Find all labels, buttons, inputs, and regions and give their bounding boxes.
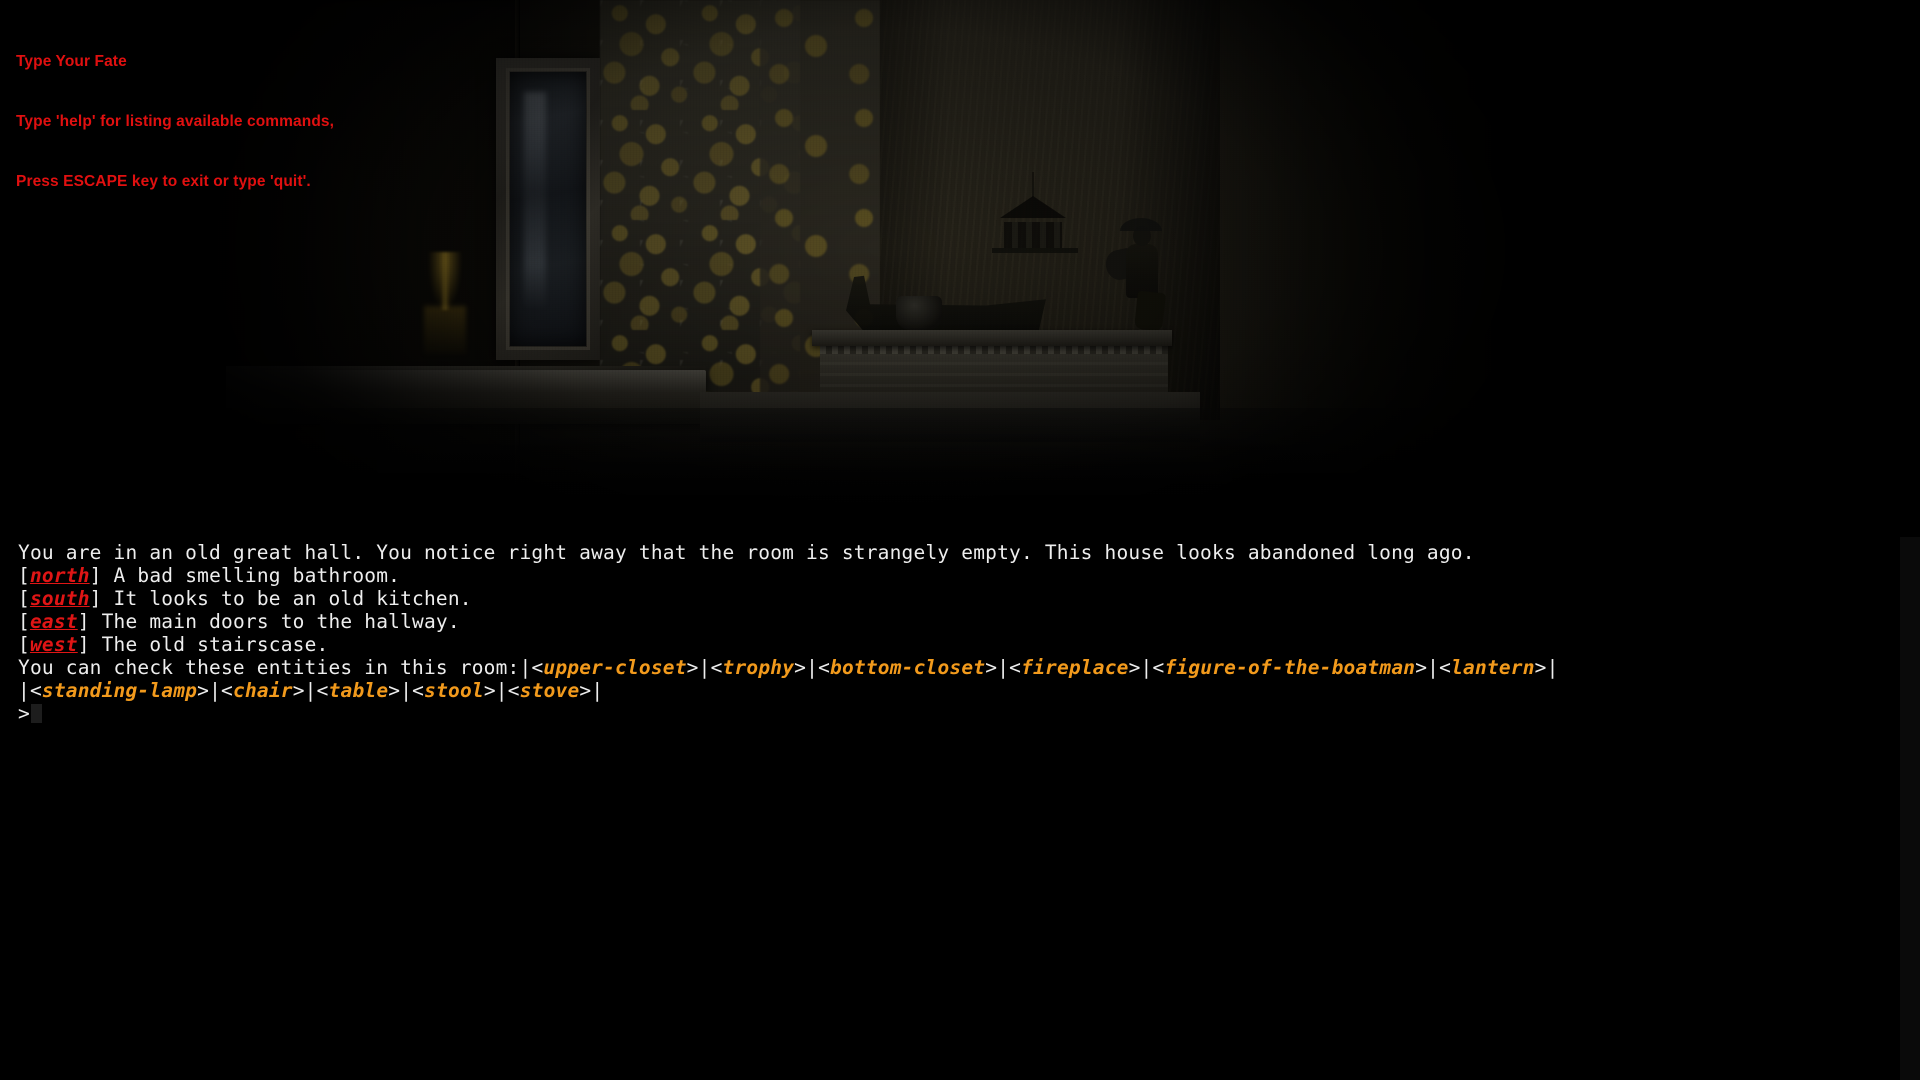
exit-bracket-open: [ xyxy=(18,610,30,633)
intro-header: Type Your Fate Type 'help' for listing a… xyxy=(16,12,334,232)
entity-separator: | xyxy=(495,679,508,702)
entity-bracket-open: < xyxy=(710,656,723,679)
entity-bracket-open: < xyxy=(531,656,544,679)
exit-description: The main doors to the hallway. xyxy=(89,610,460,633)
entity-bracket-open: < xyxy=(316,679,329,702)
entity-bracket-open: < xyxy=(818,656,831,679)
entity-bracket-open: < xyxy=(29,679,42,702)
entity-bracket-close: > xyxy=(686,656,699,679)
entity-separator: | xyxy=(698,656,711,679)
exit-bracket-close: ] xyxy=(77,610,90,633)
exit-bracket-open: [ xyxy=(18,564,30,587)
exit-bracket-close: ] xyxy=(89,564,102,587)
entity-separator: | xyxy=(1140,656,1153,679)
console-gutter xyxy=(1900,537,1920,1080)
entity-bracket-open: < xyxy=(412,679,425,702)
entity-separator: | xyxy=(1427,656,1440,679)
entity-separator: | xyxy=(400,679,413,702)
command-prompt[interactable]: > xyxy=(18,702,1900,725)
exit-direction-west[interactable]: west xyxy=(30,633,78,656)
exit-line-west: [west] The old stairscase. xyxy=(18,633,1900,656)
entity-lantern[interactable]: lantern xyxy=(1451,656,1535,679)
console-output-panel[interactable]: You are in an old great hall. You notice… xyxy=(0,537,1900,1080)
entities-label: You can check these entities in this roo… xyxy=(18,656,520,679)
entity-bracket-open: < xyxy=(1152,656,1165,679)
entity-bracket-close: > xyxy=(197,679,210,702)
exit-bracket-close: ] xyxy=(89,587,102,610)
prompt-symbol: > xyxy=(18,702,30,725)
exit-direction-east[interactable]: east xyxy=(30,610,78,633)
entity-separator: | xyxy=(209,679,222,702)
exit-bracket-open: [ xyxy=(18,633,30,656)
text-cursor xyxy=(30,704,42,723)
entity-separator: | xyxy=(591,679,604,702)
exit-bracket-open: [ xyxy=(18,587,30,610)
entity-bracket-open: < xyxy=(221,679,233,702)
entity-bracket-close: > xyxy=(794,656,807,679)
game-window: Type Your Fate Type 'help' for listing a… xyxy=(0,0,1920,1080)
entity-separator: | xyxy=(304,679,317,702)
entity-separator: | xyxy=(806,656,819,679)
entity-bracket-open: < xyxy=(1439,656,1452,679)
entity-bracket-close: > xyxy=(1128,656,1141,679)
exit-direction-south[interactable]: south xyxy=(30,587,90,610)
entity-bracket-open: < xyxy=(507,679,520,702)
scene-bottom-fade xyxy=(0,430,1920,540)
exit-description: The old stairscase. xyxy=(89,633,329,656)
exit-line-south: [south] It looks to be an old kitchen. xyxy=(18,587,1900,610)
exit-bracket-close: ] xyxy=(77,633,90,656)
entity-bottom-closet[interactable]: bottom-closet xyxy=(830,656,985,679)
entity-list-line-1: You can check these entities in this roo… xyxy=(18,656,1900,679)
help-instruction: Type 'help' for listing available comman… xyxy=(16,113,335,130)
entity-fireplace[interactable]: fireplace xyxy=(1021,656,1128,679)
entity-bracket-close: > xyxy=(985,656,998,679)
entity-bracket-close: > xyxy=(292,679,305,702)
exit-list: [north] A bad smelling bathroom. [south] … xyxy=(18,564,1900,656)
entity-stool[interactable]: stool xyxy=(424,679,484,702)
entity-table[interactable]: table xyxy=(329,679,389,702)
entity-figure-of-the-boatman[interactable]: figure-of-the-boatman xyxy=(1164,656,1415,679)
room-description-line: You are in an old great hall. You notice… xyxy=(18,541,1475,564)
entity-chair[interactable]: chair xyxy=(233,679,293,702)
entity-bracket-close: > xyxy=(483,679,496,702)
entity-bracket-close: > xyxy=(388,679,401,702)
exit-description: A bad smelling bathroom. xyxy=(101,564,401,587)
entity-bracket-close: > xyxy=(1415,656,1428,679)
exit-instruction: Press ESCAPE key to exit or type 'quit'. xyxy=(16,173,311,190)
entity-separator: | xyxy=(1546,656,1559,679)
entity-separator: | xyxy=(18,679,30,702)
entity-stove[interactable]: stove xyxy=(520,679,580,702)
entity-trophy[interactable]: trophy xyxy=(723,656,795,679)
exit-line-east: [east] The main doors to the hallway. xyxy=(18,610,1900,633)
entity-standing-lamp[interactable]: standing-lamp xyxy=(42,679,197,702)
entity-bracket-open: < xyxy=(1009,656,1022,679)
exit-direction-north[interactable]: north xyxy=(30,564,90,587)
entity-separator: | xyxy=(997,656,1010,679)
entity-upper-closet[interactable]: upper-closet xyxy=(543,656,686,679)
entity-bracket-close: > xyxy=(579,679,592,702)
game-title: Type Your Fate xyxy=(16,53,127,70)
exit-description: It looks to be an old kitchen. xyxy=(101,587,472,610)
entity-bracket-close: > xyxy=(1534,656,1547,679)
exit-line-north: [north] A bad smelling bathroom. xyxy=(18,564,1900,587)
entity-list-line-2: |<standing-lamp>|<chair>|<table>|<stool>… xyxy=(18,679,1900,702)
entity-separator: | xyxy=(519,656,532,679)
